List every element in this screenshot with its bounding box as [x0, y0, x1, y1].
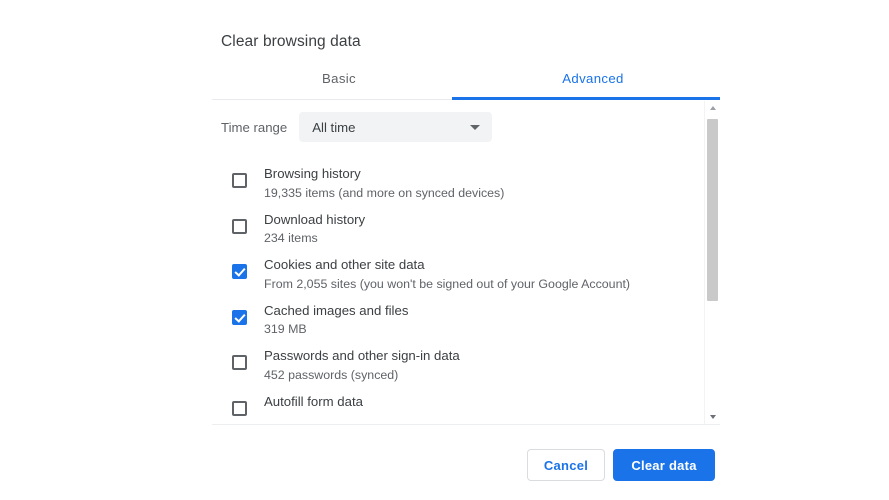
scroll-up-arrow-icon[interactable]: [705, 101, 720, 115]
list-item[interactable]: Passwords and other sign-in data 452 pas…: [212, 341, 720, 387]
list-item-title: Passwords and other sign-in data: [264, 348, 460, 363]
list-item-subtitle: 234 items: [264, 231, 318, 246]
list-item-text: Browsing history 19,335 items (and more …: [264, 159, 504, 202]
list-item[interactable]: Cached images and files 319 MB: [212, 296, 720, 342]
time-range-select[interactable]: All time: [299, 112, 493, 142]
dialog-scroll-body: Time range All time Browsing history 19,…: [212, 101, 720, 424]
clear-browsing-data-dialog: Clear browsing data Basic Advanced Time …: [0, 0, 889, 500]
dialog-title: Clear browsing data: [221, 33, 361, 50]
list-item-text: Cookies and other site data From 2,055 s…: [264, 250, 630, 293]
list-item[interactable]: Cookies and other site data From 2,055 s…: [212, 250, 720, 296]
list-item[interactable]: Browsing history 19,335 items (and more …: [212, 159, 720, 205]
tab-basic[interactable]: Basic: [212, 64, 466, 100]
list-item-subtitle: 19,335 items (and more on synced devices…: [264, 185, 505, 200]
list-item-text: Autofill form data: [264, 387, 363, 413]
list-item-text: Cached images and files 319 MB: [264, 296, 408, 339]
list-item-title: Browsing history: [264, 166, 361, 181]
active-tab-indicator: [452, 97, 720, 100]
list-item-title: Cookies and other site data: [264, 257, 425, 272]
tab-bar: Basic Advanced: [212, 64, 720, 100]
tab-basic-label: Basic: [322, 71, 356, 86]
data-type-list: Browsing history 19,335 items (and more …: [212, 159, 720, 424]
list-item-text: Download history 234 items: [264, 205, 365, 248]
list-item-title: Download history: [264, 211, 366, 227]
list-item[interactable]: Autofill form data: [212, 387, 720, 425]
dialog-footer: Cancel Clear data: [212, 425, 720, 500]
list-item[interactable]: Download history 234 items: [212, 205, 720, 251]
checkbox-cached-images-and-files[interactable]: [232, 309, 247, 325]
list-item-text: Passwords and other sign-in data 452 pas…: [264, 341, 460, 384]
list-item-subtitle: 452 passwords (synced): [264, 367, 399, 382]
checkbox-autofill-form-data[interactable]: [232, 400, 247, 416]
tab-advanced-label: Advanced: [562, 71, 624, 86]
list-item-title: Cached images and files: [264, 302, 409, 318]
checkbox-passwords-and-signin-data[interactable]: [232, 355, 247, 370]
chevron-down-icon: [470, 125, 481, 130]
list-item-subtitle: 319 MB: [264, 322, 307, 337]
list-item-subtitle: From 2,055 sites (you won't be signed ou…: [264, 276, 631, 291]
checkbox-browsing-history[interactable]: [232, 173, 247, 188]
scrollbar-thumb[interactable]: [707, 119, 718, 301]
scroll-down-arrow-icon[interactable]: [705, 410, 720, 424]
checkbox-cookies-and-site-data[interactable]: [232, 264, 247, 279]
tab-advanced[interactable]: Advanced: [466, 64, 720, 100]
checkbox-download-history[interactable]: [232, 218, 247, 234]
time-range-value: All time: [312, 119, 356, 135]
vertical-scrollbar[interactable]: [704, 101, 719, 424]
list-item-title: Autofill form data: [264, 393, 363, 409]
time-range-row: Time range All time: [221, 112, 493, 142]
cancel-button[interactable]: Cancel: [527, 449, 605, 481]
time-range-label: Time range: [221, 119, 288, 135]
clear-data-button[interactable]: Clear data: [613, 449, 715, 481]
